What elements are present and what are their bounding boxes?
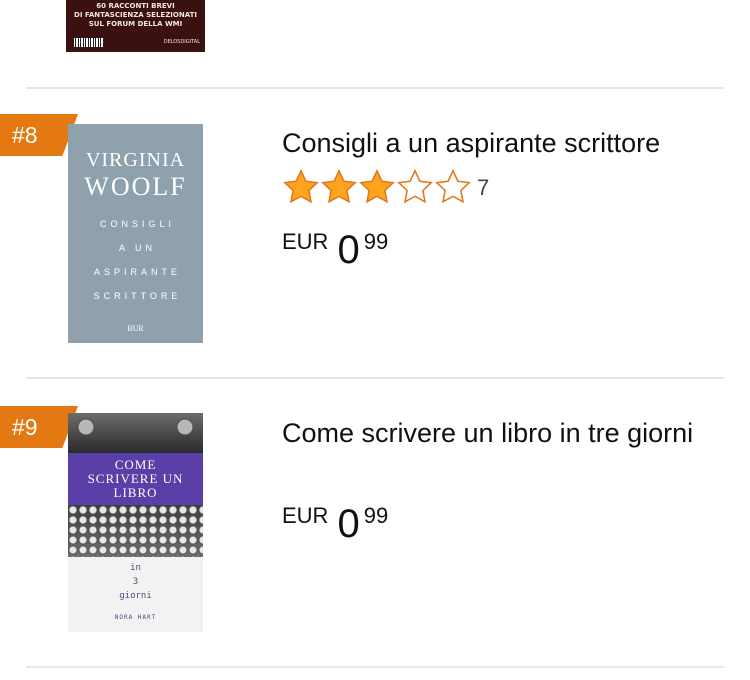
cover-title-band: COME SCRIVERE UN LIBRO [68,453,203,505]
rating-count-link[interactable]: 7 [477,175,489,201]
cover-title-line: COME [114,457,157,472]
book-cover[interactable]: VIRGINIA WOOLF CONSIGLI A UN ASPIRANTE S… [68,124,203,343]
cover-title-line: SCRIVERE UN [87,471,184,486]
cover-imprint: DELOSDIGITAL [163,39,200,45]
cover-line: 60 RACCONTI BREVI [96,2,175,10]
price-fraction: 99 [363,503,389,528]
cover-subtitle: in 3 giorni NORA HART [68,557,203,632]
cover-line: SUL FORUM DELLA WMI [88,20,183,28]
cover-subtitle-line: in [130,563,141,573]
price: EUR 0 99 [282,224,388,270]
cover-author: WOOLF [84,172,187,201]
price: EUR 0 99 [282,498,388,544]
rank-badge: #8 [0,114,78,156]
typewriter-keys-image [68,505,203,557]
previous-book-cover[interactable]: 60 RACCONTI BREVI DI FANTASCIENZA SELEZI… [66,0,205,52]
price-whole: 0 [337,228,360,272]
price-currency: EUR [282,229,329,254]
divider [26,377,724,379]
cover-title-line: SCRITTORE [93,291,182,301]
star-filled-icon [321,168,357,204]
book-title-link[interactable]: Come scrivere un libro in tre giorni [282,413,712,453]
cover-subtitle-line: 3 [132,577,139,587]
price-whole: 0 [337,502,360,546]
divider [26,87,724,89]
price-currency: EUR [282,503,329,528]
star-empty-icon [435,168,471,204]
star-filled-icon [359,168,395,204]
cover-subtitle-line: giorni [119,591,152,601]
book-title-link[interactable]: Consigli a un aspirante scrittore [282,123,722,163]
cover-title-line: ASPIRANTE [93,267,181,277]
cover-title-line: LIBRO [113,485,158,500]
cover-publisher: BUR [127,324,144,333]
divider [26,666,724,668]
star-rating[interactable]: 7 [282,168,489,206]
typewriter-image [68,413,203,453]
book-cover[interactable]: COME SCRIVERE UN LIBRO in 3 giorni NORA … [68,413,203,632]
star-empty-icon [397,168,433,204]
cover-line: DI FANTASCIENZA SELEZIONATI [74,11,197,19]
cover-title-line: A UN [118,243,156,253]
rank-badge: #9 [0,406,78,448]
cover-author: VIRGINIA [85,149,186,171]
cover-author: NORA HART [114,614,157,621]
price-fraction: 99 [363,229,389,254]
cover-title-line: CONSIGLI [99,219,175,229]
barcode-icon [74,38,104,47]
star-filled-icon [283,168,319,204]
